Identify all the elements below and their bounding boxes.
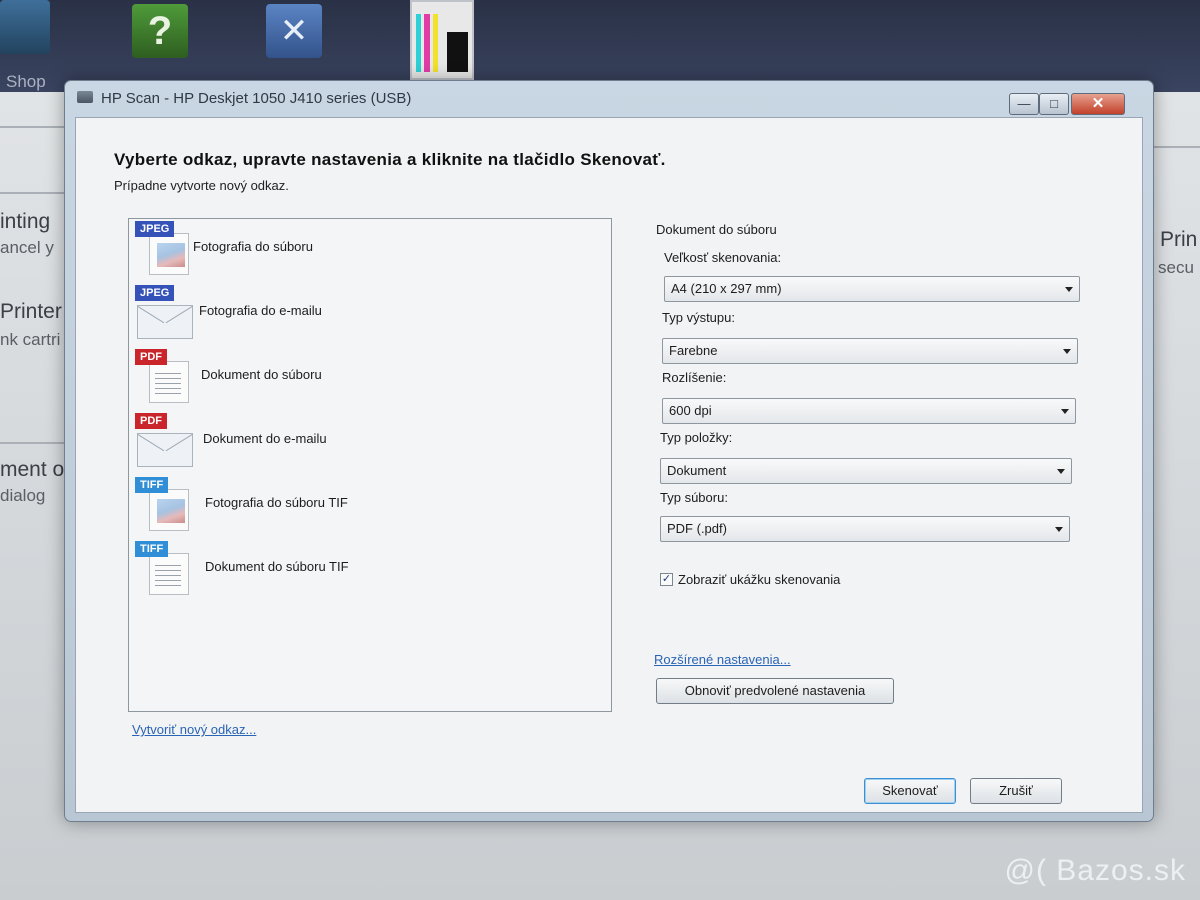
- cancel-button[interactable]: Zrušiť: [970, 778, 1062, 804]
- pdf-badge: PDF: [135, 349, 167, 365]
- background-text: secu: [1158, 258, 1194, 277]
- text-lines-thumbnail: [155, 373, 181, 395]
- tif-badge: TIFF: [135, 541, 169, 557]
- minimize-button[interactable]: —: [1009, 93, 1039, 115]
- document-mail-icon: PDF: [135, 413, 193, 469]
- preview-checkbox-label: Zobraziť ukážku skenovania: [678, 572, 841, 587]
- jpeg-badge: JPEG: [135, 285, 175, 301]
- file-type-label: Typ súboru:: [660, 490, 728, 505]
- ink-yellow-bar: [432, 14, 438, 72]
- help-icon[interactable]: ?: [132, 4, 188, 58]
- chevron-down-icon: [1057, 469, 1065, 474]
- file-type-value: PDF (.pdf): [667, 521, 727, 536]
- envelope-thumbnail: [137, 433, 193, 467]
- photo-tif-icon: TIFF: [135, 477, 193, 533]
- item-type-value: Dokument: [667, 463, 727, 478]
- chevron-down-icon: [1055, 527, 1063, 532]
- resolution-select[interactable]: 600 dpi: [662, 398, 1076, 424]
- background-text: Printer: [0, 300, 62, 323]
- preview-checkbox[interactable]: ✓: [660, 573, 673, 586]
- shortcut-label: Dokument do súboru: [201, 367, 322, 382]
- background-text: ancel y: [0, 238, 54, 257]
- shortcut-photo-to-tif[interactable]: TIFF Fotografia do súboru TIF: [129, 475, 609, 535]
- shortcut-document-to-tif[interactable]: TIFF Dokument do súboru TIF: [129, 539, 609, 599]
- reset-defaults-button[interactable]: Obnoviť predvolené nastavenia: [656, 678, 894, 704]
- pdf-badge: PDF: [135, 413, 167, 429]
- shortcut-label: Fotografia do e-mailu: [199, 303, 322, 318]
- scan-size-value: A4 (210 x 297 mm): [671, 281, 782, 296]
- chevron-down-icon: [1065, 287, 1073, 292]
- create-shortcut-link[interactable]: Vytvoriť nový odkaz...: [132, 722, 256, 737]
- shortcut-document-to-file[interactable]: PDF Dokument do súboru: [129, 347, 609, 407]
- dialog-content: Vyberte odkaz, upravte nastavenia a klik…: [75, 117, 1143, 813]
- watermark: @( Bazos.sk: [1004, 854, 1186, 887]
- settings-group-title: Dokument do súboru: [656, 222, 777, 237]
- shortcut-document-to-email[interactable]: PDF Dokument do e-mailu: [129, 411, 609, 471]
- photo-mail-icon: JPEG: [135, 285, 193, 341]
- jpeg-badge: JPEG: [135, 221, 175, 237]
- item-type-select[interactable]: Dokument: [660, 458, 1072, 484]
- background-text: nk cartri: [0, 330, 61, 349]
- shortcut-label: Fotografia do súboru: [193, 239, 313, 254]
- background-text: ment or: [0, 458, 72, 481]
- document-tif-icon: TIFF: [135, 541, 193, 597]
- background-toolbar: ? ✕ Shop: [0, 0, 1200, 92]
- ink-magenta-bar: [424, 14, 430, 72]
- shortcut-photo-to-email[interactable]: JPEG Fotografia do e-mailu: [129, 283, 609, 343]
- shortcut-photo-to-file[interactable]: JPEG Fotografia do súboru: [129, 219, 609, 279]
- output-type-value: Farebne: [669, 343, 718, 358]
- scan-button[interactable]: Skenovať: [864, 778, 956, 804]
- shortcut-label: Dokument do e-mailu: [203, 431, 327, 446]
- advanced-settings-link[interactable]: Rozšírené nastavenia...: [654, 652, 791, 667]
- maximize-button[interactable]: □: [1039, 93, 1069, 115]
- title-bar[interactable]: HP Scan - HP Deskjet 1050 J410 series (U…: [65, 81, 1153, 115]
- close-button[interactable]: ✕: [1071, 93, 1125, 115]
- chevron-down-icon: [1061, 409, 1069, 414]
- divider: [1150, 146, 1200, 148]
- background-text: inting: [0, 210, 51, 233]
- envelope-thumbnail: [137, 305, 193, 339]
- instruction-heading: Vyberte odkaz, upravte nastavenia a klik…: [114, 150, 666, 169]
- hp-scan-window: HP Scan - HP Deskjet 1050 J410 series (U…: [64, 80, 1154, 822]
- shop-label: Shop: [6, 72, 46, 91]
- photo-file-icon: JPEG: [135, 221, 193, 277]
- instruction-subtitle: Prípadne vytvorte nový odkaz.: [114, 178, 289, 193]
- item-type-label: Typ položky:: [660, 430, 733, 445]
- scanner-icon: [77, 91, 93, 103]
- window-title: HP Scan - HP Deskjet 1050 J410 series (U…: [101, 90, 412, 107]
- ink-black-bar: [446, 32, 468, 72]
- output-type-label: Typ výstupu:: [662, 310, 735, 325]
- photo-thumbnail: [157, 499, 185, 523]
- photo-thumbnail: [157, 243, 185, 267]
- resolution-value: 600 dpi: [669, 403, 712, 418]
- text-lines-thumbnail: [155, 565, 181, 587]
- resolution-label: Rozlíšenie:: [662, 370, 727, 385]
- tif-badge: TIFF: [135, 477, 169, 493]
- tools-icon[interactable]: ✕: [266, 4, 322, 58]
- background-text: Prin: [1160, 228, 1198, 251]
- ink-levels-icon[interactable]: [410, 0, 474, 80]
- file-type-select[interactable]: PDF (.pdf): [660, 516, 1070, 542]
- shortcut-label: Fotografia do súboru TIF: [205, 495, 348, 510]
- background-text: dialog: [0, 486, 46, 505]
- scan-size-label: Veľkosť skenovania:: [664, 250, 782, 265]
- chevron-down-icon: [1063, 349, 1071, 354]
- output-type-select[interactable]: Farebne: [662, 338, 1078, 364]
- shortcut-list[interactable]: JPEG Fotografia do súboru JPEG Fotografi…: [128, 218, 612, 712]
- ink-cyan-bar: [416, 14, 422, 72]
- shortcut-label: Dokument do súboru TIF: [205, 559, 349, 574]
- document-file-icon: PDF: [135, 349, 193, 405]
- scan-size-select[interactable]: A4 (210 x 297 mm): [664, 276, 1080, 302]
- shop-icon[interactable]: [0, 0, 50, 54]
